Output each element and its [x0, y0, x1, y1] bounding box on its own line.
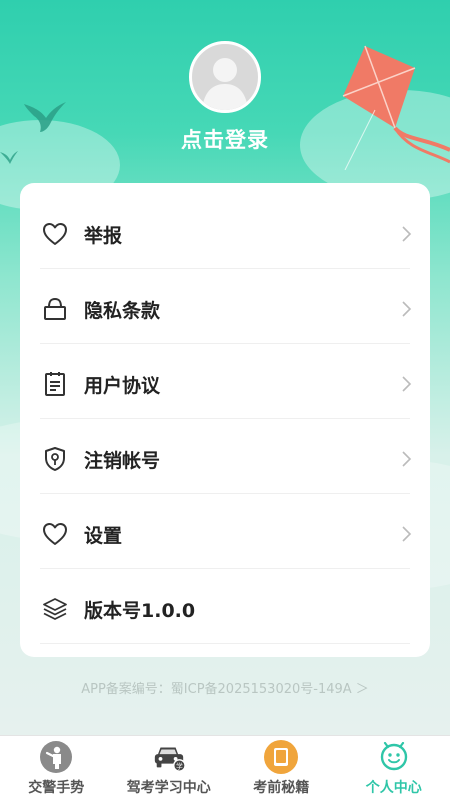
notepad-icon	[42, 371, 68, 397]
login-link[interactable]: 点击登录	[0, 124, 450, 154]
divider	[40, 268, 410, 269]
chevron-right-icon	[402, 226, 412, 242]
menu-card: 举报 隐私条款 用户协议 注销帐号 设置 版本号1.0.0	[20, 183, 430, 657]
tab-label: 考前秘籍	[253, 780, 310, 796]
car-study-icon: 学	[152, 740, 186, 774]
chevron-right-icon	[402, 301, 412, 317]
tab-label: 驾考学习中心	[126, 780, 211, 796]
menu-item-report[interactable]: 举报	[40, 197, 412, 271]
chevron-right-icon	[402, 376, 412, 392]
lock-icon	[42, 296, 68, 322]
layers-icon	[42, 596, 68, 622]
menu-item-label: 隐私条款	[84, 299, 161, 322]
menu-item-label: 版本号1.0.0	[84, 599, 196, 622]
avatar[interactable]	[189, 41, 261, 113]
shield-key-icon	[42, 446, 68, 472]
menu-item-label: 用户协议	[84, 374, 161, 397]
heart-icon	[42, 221, 68, 247]
menu-item-user-agreement[interactable]: 用户协议	[40, 347, 412, 421]
menu-item-label: 设置	[84, 524, 123, 547]
book-icon	[264, 740, 299, 774]
divider	[40, 493, 410, 494]
chevron-right-icon	[402, 451, 412, 467]
traffic-police-icon	[39, 740, 73, 774]
menu-item-version: 版本号1.0.0	[40, 572, 410, 646]
tab-driving-study[interactable]: 学 驾考学习中心	[113, 736, 226, 800]
tab-personal-center[interactable]: 个人中心	[338, 736, 450, 800]
chevron-right-icon	[402, 526, 412, 542]
divider	[40, 568, 410, 569]
heart-icon	[42, 521, 68, 547]
tab-traffic-gestures[interactable]: 交警手势	[0, 736, 113, 800]
icp-filing-link[interactable]: APP备案编号：蜀ICP备2025153020号-149A ＞	[0, 678, 450, 697]
divider	[40, 418, 410, 419]
bottom-tab-bar: 交警手势 学 驾考学习中心 考前秘籍 个人中心	[0, 735, 450, 800]
avatar-placeholder-icon	[202, 58, 248, 110]
tab-label: 个人中心	[365, 780, 422, 796]
svg-text:学: 学	[176, 761, 183, 770]
menu-item-cancel-account[interactable]: 注销帐号	[40, 422, 412, 496]
divider	[40, 343, 410, 344]
menu-item-privacy[interactable]: 隐私条款	[40, 272, 412, 346]
tab-label: 交警手势	[28, 780, 85, 796]
menu-item-settings[interactable]: 设置	[40, 497, 412, 571]
divider	[40, 643, 410, 644]
tab-exam-tips[interactable]: 考前秘籍	[225, 736, 338, 800]
menu-item-label: 举报	[84, 224, 123, 247]
smiley-face-icon	[377, 740, 411, 774]
menu-item-label: 注销帐号	[84, 449, 161, 472]
